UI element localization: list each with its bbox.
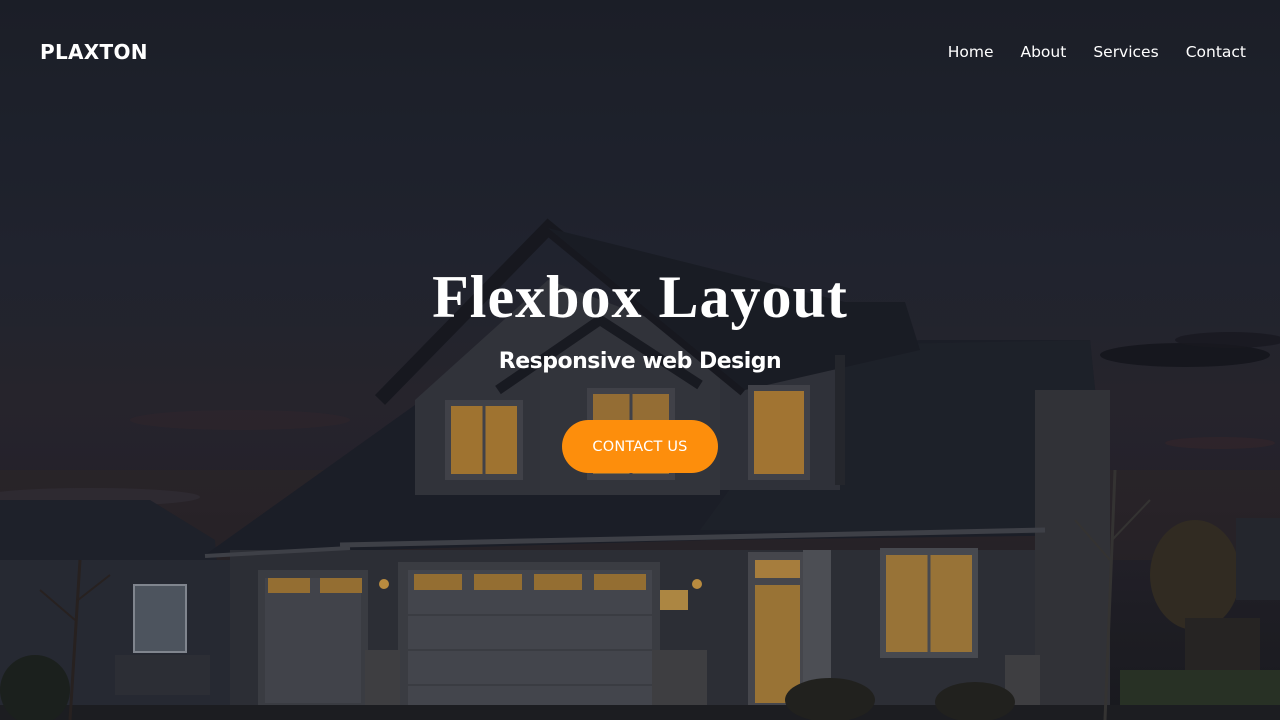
nav-link-home[interactable]: Home (948, 43, 994, 61)
brand-logo[interactable]: PLAXTON (40, 40, 148, 64)
nav-item-contact: Contact (1186, 43, 1246, 62)
nav-link-about[interactable]: About (1020, 43, 1066, 61)
hero-title: Flexbox Layout (432, 264, 848, 330)
hero-section: PLAXTON Home About Services Contact Flex… (0, 0, 1280, 720)
nav-links: Home About Services Contact (948, 43, 1246, 62)
navbar: PLAXTON Home About Services Contact (0, 0, 1280, 104)
hero-subtitle: Responsive web Design (498, 349, 782, 374)
nav-item-about: About (1020, 43, 1066, 62)
contact-us-button[interactable]: CONTACT US (562, 420, 718, 473)
nav-item-services: Services (1093, 43, 1158, 62)
nav-link-contact[interactable]: Contact (1186, 43, 1246, 61)
nav-link-services[interactable]: Services (1093, 43, 1158, 61)
nav-item-home: Home (948, 43, 994, 62)
hero-content: Flexbox Layout Responsive web Design CON… (0, 262, 1280, 473)
